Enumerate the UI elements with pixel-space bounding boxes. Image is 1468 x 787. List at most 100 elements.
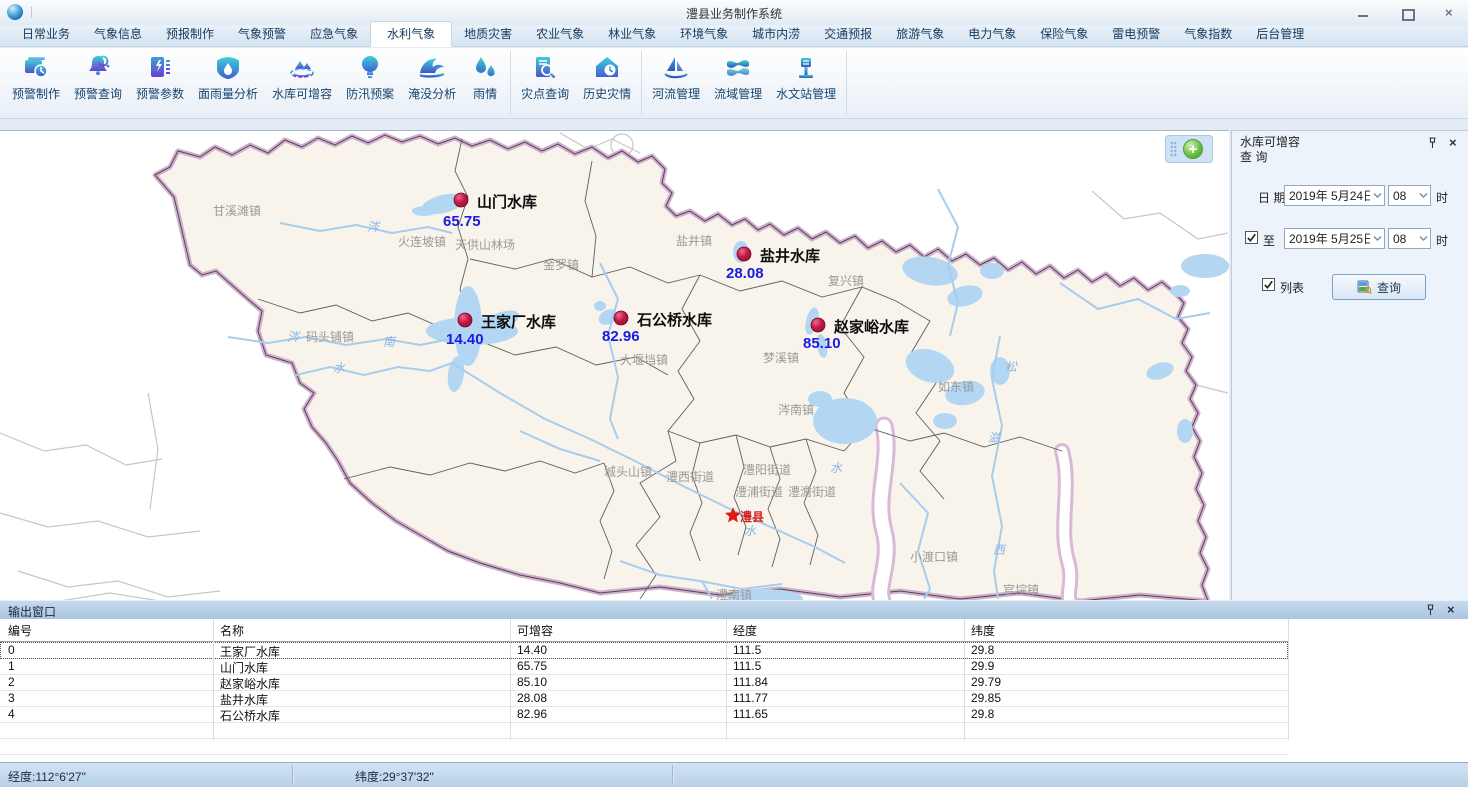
menu-item-environment[interactable]: 环境气象 [668, 22, 740, 46]
output-close-icon[interactable]: × [1447, 604, 1458, 616]
menu-item-hydrology[interactable]: 水利气象 [370, 21, 452, 47]
svg-text:85.10: 85.10 [803, 335, 841, 352]
svg-text:滋: 滋 [988, 431, 1002, 445]
reservoir-capacity-icon [287, 53, 317, 83]
table-row[interactable]: 2 赵家峪水库 85.10 111.84 29.79 [0, 674, 1288, 691]
output-window: 输出窗口 × 编号 名称 可增容 经度 纬度 0 王家厂水库 14.40 111… [0, 600, 1468, 762]
date-from-combo[interactable]: 2019年 5月24日 [1284, 185, 1385, 206]
svg-text:澧西街道: 澧西街道 [666, 470, 714, 484]
col-header-capacity[interactable]: 可增容 [517, 622, 553, 639]
panel-title: 水库可增容 查 询 [1240, 135, 1300, 165]
svg-text:城头山镇: 城头山镇 [604, 465, 652, 479]
svg-text:南: 南 [383, 335, 397, 349]
menu-item-weather-warning[interactable]: 气象预警 [226, 22, 298, 46]
menu-item-index[interactable]: 气象指数 [1172, 22, 1244, 46]
date-label: 日 期 [1258, 189, 1285, 206]
list-label: 列表 [1280, 279, 1304, 296]
query-button-label: 查询 [1377, 279, 1401, 296]
svg-text:涔: 涔 [367, 220, 381, 234]
menu-item-urban-flood[interactable]: 城市内涝 [740, 22, 812, 46]
column-divider [1288, 619, 1289, 740]
tool-area-rain[interactable]: 面雨量分析 [191, 51, 265, 115]
tool-rain-info[interactable]: 雨情 [463, 51, 507, 115]
menu-item-forestry[interactable]: 林业气象 [596, 22, 668, 46]
county-map: 涔 涔 南 水 水 水 松 滋 西 甘溪滩镇 火连坡镇 天供山林场 金罗镇 盐井… [0, 131, 1229, 601]
status-divider [292, 765, 293, 785]
zoom-in-button[interactable]: + [1183, 139, 1203, 159]
tool-alert-edit[interactable]: 预警制作 [5, 51, 67, 115]
menu-item-power[interactable]: 电力气象 [956, 22, 1028, 46]
hour-from-combo[interactable]: 08 [1388, 185, 1431, 206]
minimize-button[interactable] [1356, 6, 1370, 20]
maximize-button[interactable] [1400, 6, 1414, 20]
menu-item-daily[interactable]: 日常业务 [10, 22, 82, 46]
output-table[interactable]: 编号 名称 可增容 经度 纬度 0 王家厂水库 14.40 111.5 29.8… [0, 619, 1468, 762]
chevron-down-icon [1370, 186, 1384, 205]
svg-text:甘溪滩镇: 甘溪滩镇 [213, 204, 261, 218]
col-header-id[interactable]: 编号 [8, 622, 32, 639]
tool-alert-params[interactable]: 预警参数 [129, 51, 191, 115]
output-window-header: 输出窗口 × [0, 600, 1468, 619]
pin-icon[interactable] [1427, 137, 1438, 149]
svg-text:赵家峪水库: 赵家峪水库 [833, 318, 909, 336]
window-title: 澧县业务制作系统 [0, 5, 1468, 22]
hour-unit-label: 时 [1436, 189, 1448, 206]
map-toolbar: + [1165, 135, 1213, 163]
chevron-down-icon [1416, 186, 1430, 205]
tool-basin-manage[interactable]: 流域管理 [707, 51, 769, 115]
application-window: | 澧县业务制作系统 × 日常业务 气象信息 预报制作 气象预警 应急气象 水利… [0, 0, 1468, 787]
col-header-longitude[interactable]: 经度 [733, 622, 757, 639]
svg-text:官垸镇: 官垸镇 [1003, 582, 1039, 597]
svg-text:如东镇: 如东镇 [938, 379, 974, 394]
tool-disaster-history[interactable]: 历史灾情 [576, 51, 638, 115]
tool-reservoir-capacity[interactable]: 水库可增容 [265, 51, 339, 115]
menu-item-lightning[interactable]: 雷电预警 [1100, 22, 1172, 46]
tool-disaster-search[interactable]: 灾点查询 [514, 51, 576, 115]
alert-params-icon [145, 53, 175, 83]
panel-close-icon[interactable]: × [1449, 137, 1460, 149]
svg-text:涔南镇: 涔南镇 [778, 402, 814, 417]
menu-item-forecast-make[interactable]: 预报制作 [154, 22, 226, 46]
menu-item-agriculture[interactable]: 农业气象 [524, 22, 596, 46]
svg-text:石公桥水库: 石公桥水库 [636, 311, 712, 329]
query-button[interactable]: 查询 [1332, 274, 1426, 300]
tool-flood-analysis[interactable]: 淹没分析 [401, 51, 463, 115]
menu-item-geology[interactable]: 地质灾害 [452, 22, 524, 46]
close-button[interactable]: × [1444, 6, 1458, 20]
table-row[interactable]: 3 盐井水库 28.08 111.77 29.85 [0, 690, 1288, 707]
check-icon [1263, 279, 1274, 290]
svg-text:山门水库: 山门水库 [477, 193, 537, 211]
pin-icon[interactable] [1425, 604, 1436, 616]
col-header-name[interactable]: 名称 [220, 622, 244, 639]
map-canvas[interactable]: 涔 涔 南 水 水 水 松 滋 西 甘溪滩镇 火连坡镇 天供山林场 金罗镇 盐井… [0, 130, 1229, 601]
menu-item-emergency[interactable]: 应急气象 [298, 22, 370, 46]
toolbar-group-warning: 预警制作 预警查询 预警参数 面雨量分析 水库可增容 防汛预案 [2, 51, 511, 115]
svg-text:松: 松 [1005, 360, 1018, 374]
menu-item-tourism[interactable]: 旅游气象 [884, 22, 956, 46]
svg-text:水: 水 [830, 461, 843, 475]
menu-bar: 日常业务 气象信息 预报制作 气象预警 应急气象 水利气象 地质灾害 农业气象 … [0, 25, 1468, 47]
menu-item-insurance[interactable]: 保险气象 [1028, 22, 1100, 46]
drag-grip-icon[interactable] [1170, 141, 1177, 157]
table-row[interactable]: 1 山门水库 65.75 111.5 29.9 [0, 658, 1288, 675]
chevron-down-icon [1370, 229, 1384, 248]
menu-item-traffic[interactable]: 交通预报 [812, 22, 884, 46]
tool-river-manage[interactable]: 河流管理 [645, 51, 707, 115]
table-row[interactable]: 0 王家厂水库 14.40 111.5 29.8 [0, 642, 1288, 659]
date-to-combo[interactable]: 2019年 5月25日 [1284, 228, 1385, 249]
svg-text:复兴镇: 复兴镇 [828, 274, 864, 288]
tool-alert-search[interactable]: 预警查询 [67, 51, 129, 115]
chevron-down-icon [1416, 229, 1430, 248]
menu-item-admin[interactable]: 后台管理 [1244, 22, 1316, 46]
tool-flood-plan[interactable]: 防汛预案 [339, 51, 401, 115]
svg-text:梦溪镇: 梦溪镇 [763, 351, 799, 365]
col-header-latitude[interactable]: 纬度 [971, 622, 995, 639]
to-checkbox[interactable] [1245, 231, 1258, 244]
toolbar-group-disaster: 灾点查询 历史灾情 [511, 51, 642, 115]
svg-text:王家厂水库: 王家厂水库 [481, 313, 556, 331]
hour-to-combo[interactable]: 08 [1388, 228, 1431, 249]
tool-hydrostation-manage[interactable]: 水文站管理 [769, 51, 843, 115]
table-row[interactable]: 4 石公桥水库 82.96 111.65 29.8 [0, 706, 1288, 723]
menu-item-weather-info[interactable]: 气象信息 [82, 22, 154, 46]
list-checkbox[interactable] [1262, 278, 1275, 291]
